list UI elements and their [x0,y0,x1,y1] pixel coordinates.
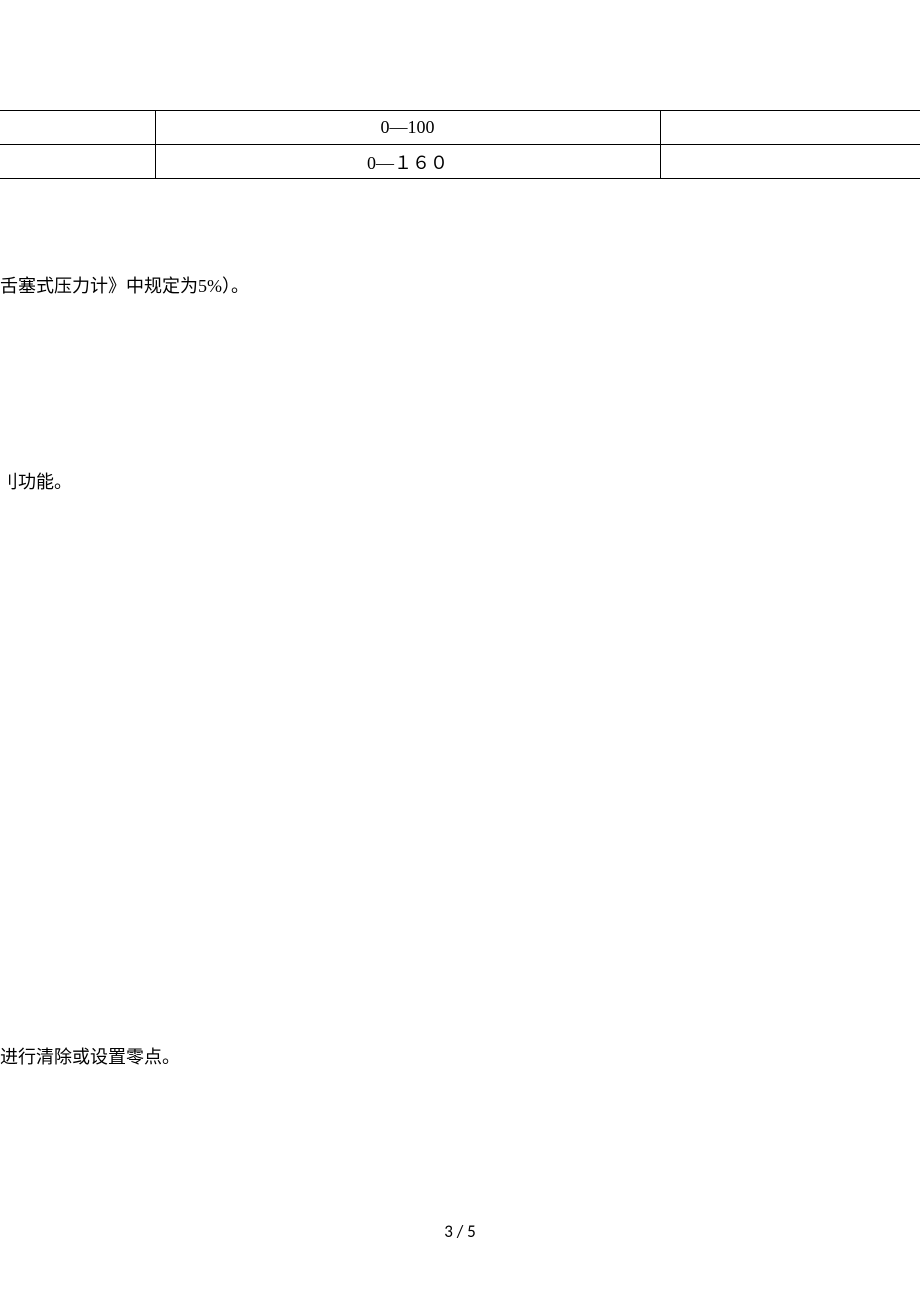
body-text-fragment: 舌塞式压力计》中规定为5%）。 [0,272,249,298]
table-cell [660,145,920,179]
body-text-fragment: 刂功能。 [0,468,72,494]
document-page: 0—100 0—１６０ 舌塞式压力计》中规定为5%）。 刂功能。 进行清除或设置… [0,0,920,1302]
table-cell: 0—１６０ [155,145,660,179]
data-table: 0—100 0—１６０ [0,110,920,179]
table-row: 0—100 [0,111,920,145]
page-number: 3 / 5 [0,1221,920,1242]
table-cell [0,111,155,145]
table-row: 0—１６０ [0,145,920,179]
body-text-fragment: 进行清除或设置零点。 [0,1043,180,1069]
table-cell [0,145,155,179]
table-cell: 0—100 [155,111,660,145]
table-cell [660,111,920,145]
